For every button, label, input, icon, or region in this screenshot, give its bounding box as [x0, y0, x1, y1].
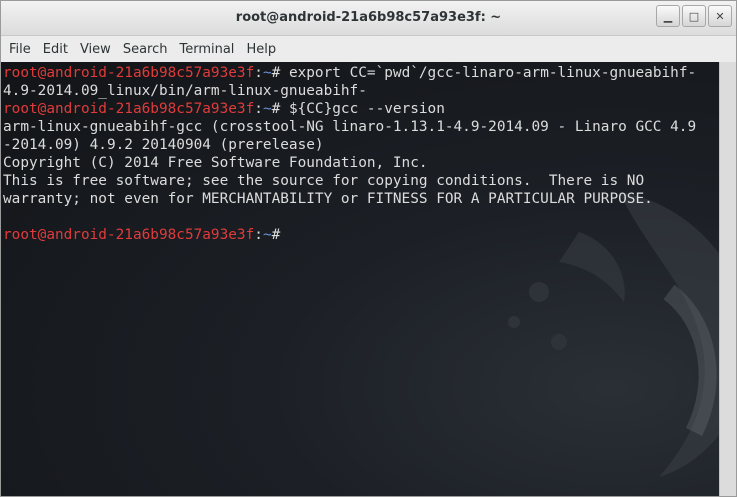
output-text: arm-linux-gnueabihf-gcc (crosstool-NG li…	[3, 119, 697, 135]
output-line: Copyright (C) 2014 Free Software Foundat…	[3, 154, 696, 172]
output-line: arm-linux-gnueabihf-gcc (crosstool-NG li…	[3, 118, 696, 136]
prompt-user: root@android-21a6b98c57a93e3f	[3, 227, 255, 243]
menu-edit[interactable]: Edit	[37, 42, 74, 57]
output-line: 4.9-2014.09_linux/bin/arm-linux-gnueabih…	[3, 82, 696, 100]
output-text: warranty; not even for MERCHANTABILITY o…	[3, 191, 653, 207]
prompt-separator: :	[254, 101, 263, 117]
prompt-path: ~	[262, 101, 272, 117]
output-text: 4.9-2014.09_linux/bin/arm-linux-gnueabih…	[3, 83, 367, 99]
menu-view[interactable]: View	[74, 42, 117, 57]
terminal-scrollbar[interactable]	[719, 62, 736, 496]
prompt-user: root@android-21a6b98c57a93e3f	[3, 101, 255, 117]
command-text: ${CC}gcc --version	[288, 101, 445, 117]
menu-terminal[interactable]: Terminal	[173, 42, 240, 57]
terminal-output[interactable]: root@android-21a6b98c57a93e3f:~# export …	[1, 62, 719, 496]
output-line: -2014.09) 4.9.2 20140904 (prerelease)	[3, 136, 696, 154]
terminal-lines: root@android-21a6b98c57a93e3f:~# export …	[3, 64, 696, 244]
prompt-line: root@android-21a6b98c57a93e3f:~#	[3, 226, 696, 244]
output-text: This is free software; see the source fo…	[3, 173, 645, 189]
menu-help[interactable]: Help	[240, 42, 282, 57]
menu-bar: File Edit View Search Terminal Help	[1, 36, 736, 62]
prompt-suffix: #	[271, 101, 289, 117]
prompt-path: ~	[262, 65, 272, 81]
prompt-path: ~	[262, 227, 272, 243]
maximize-button[interactable]: □	[682, 5, 706, 27]
prompt-separator: :	[254, 227, 263, 243]
prompt-suffix: #	[271, 65, 289, 81]
prompt-line: root@android-21a6b98c57a93e3f:~# ${CC}gc…	[3, 100, 696, 118]
command-text: export CC=`pwd`/gcc-linaro-arm-linux-gnu…	[288, 65, 697, 81]
output-text: Copyright (C) 2014 Free Software Foundat…	[3, 155, 428, 171]
window-controls: ▁ □ ✕	[656, 5, 732, 27]
menu-file[interactable]: File	[3, 42, 37, 57]
prompt-user: root@android-21a6b98c57a93e3f	[3, 65, 255, 81]
terminal-window: root@android-21a6b98c57a93e3f: ~ ▁ □ ✕ F…	[0, 0, 737, 497]
window-title: root@android-21a6b98c57a93e3f: ~	[235, 10, 502, 25]
menu-search[interactable]: Search	[117, 42, 174, 57]
title-bar[interactable]: root@android-21a6b98c57a93e3f: ~ ▁ □ ✕	[1, 1, 736, 36]
close-button[interactable]: ✕	[708, 5, 732, 27]
prompt-suffix: #	[271, 227, 289, 243]
output-text: -2014.09) 4.9.2 20140904 (prerelease)	[3, 137, 324, 153]
minimize-button[interactable]: ▁	[656, 5, 680, 27]
prompt-separator: :	[254, 65, 263, 81]
output-line: This is free software; see the source fo…	[3, 172, 696, 190]
prompt-line: root@android-21a6b98c57a93e3f:~# export …	[3, 64, 696, 82]
output-line: warranty; not even for MERCHANTABILITY o…	[3, 190, 696, 208]
